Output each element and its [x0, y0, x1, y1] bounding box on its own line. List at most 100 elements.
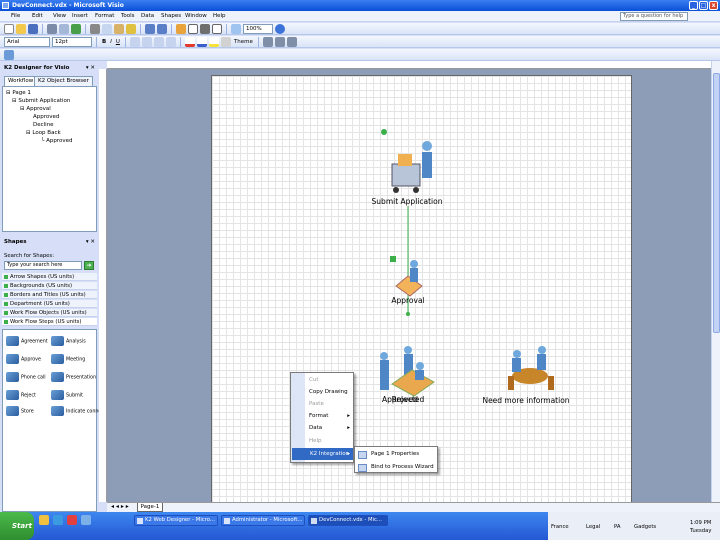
- shape-agreement[interactable]: Agreement: [6, 336, 48, 346]
- tab-workflow[interactable]: Workflow: [4, 76, 38, 86]
- shape-search-input[interactable]: Type your search here: [4, 261, 82, 270]
- explorer-icon[interactable]: [39, 515, 49, 525]
- format-painter-icon[interactable]: [126, 23, 136, 34]
- menu-format[interactable]: Format: [95, 13, 114, 19]
- close-button[interactable]: x: [709, 1, 718, 10]
- shape-label-approval[interactable]: Approval: [391, 296, 424, 305]
- zoom-select[interactable]: 100%: [243, 23, 273, 34]
- tree-node-approved-2[interactable]: └ Approved: [41, 138, 72, 144]
- font-color-icon[interactable]: [184, 36, 195, 47]
- tray-gadgets[interactable]: Gadgets: [634, 524, 656, 530]
- page-tab[interactable]: Page-1: [137, 503, 163, 512]
- menu-help[interactable]: Help: [213, 13, 226, 19]
- task-devconnect-visio[interactable]: DevConnect.vdx - Mic...: [308, 515, 388, 526]
- font-select[interactable]: Arial: [4, 36, 50, 47]
- menu-item-cut[interactable]: Cut: [291, 374, 353, 386]
- shape-store[interactable]: Store: [6, 406, 34, 416]
- tree-node-approved[interactable]: Approved: [33, 114, 59, 120]
- stencil-department[interactable]: Department (US units): [2, 300, 97, 308]
- menu-window[interactable]: Window: [185, 13, 207, 19]
- preview-icon[interactable]: [59, 23, 69, 34]
- spell-icon[interactable]: [71, 23, 81, 34]
- close-icon[interactable]: ▾ ✕: [86, 64, 95, 73]
- menu-item-page-properties[interactable]: Page 1 Properties: [355, 448, 437, 460]
- desktop-icon[interactable]: [80, 515, 91, 525]
- paste-icon[interactable]: [114, 23, 124, 34]
- menu-edit[interactable]: Edit: [32, 13, 43, 19]
- task-k2-web-designer[interactable]: K2 Web Designer - Micro...: [134, 515, 218, 526]
- drawing-page[interactable]: Submit Application Approval Approved Rej…: [211, 75, 632, 502]
- close-icon[interactable]: ▾ ✕: [86, 238, 95, 247]
- connector-icon[interactable]: [200, 23, 210, 34]
- menu-item-format[interactable]: Format ▸: [291, 410, 353, 422]
- shape-presentation[interactable]: Presentation: [51, 372, 96, 382]
- align-right-icon[interactable]: [153, 36, 164, 47]
- tree-node-approval[interactable]: ⊟ Approval: [20, 106, 51, 112]
- line-pattern-icon[interactable]: [274, 36, 285, 47]
- stencil-borders[interactable]: Borders and Titles (US units): [2, 291, 97, 299]
- need-more-information-icon[interactable]: [508, 346, 554, 390]
- ie-icon[interactable]: [52, 515, 63, 525]
- shadow-icon[interactable]: [220, 36, 231, 47]
- connection-point[interactable]: [406, 312, 410, 316]
- submit-application-icon[interactable]: [391, 141, 432, 193]
- theme-button[interactable]: Theme: [232, 39, 255, 45]
- line-color-icon[interactable]: [196, 36, 207, 47]
- help-search-input[interactable]: Type a question for help: [620, 12, 688, 21]
- tree-node-submit[interactable]: ⊟ Submit Application: [12, 98, 70, 104]
- line-ends-icon[interactable]: [286, 36, 297, 47]
- start-button[interactable]: Start: [0, 512, 34, 540]
- tree-node-loopback[interactable]: ⊟ Loop Back: [26, 130, 61, 136]
- menu-view[interactable]: View: [53, 13, 66, 19]
- fill-color-icon[interactable]: [208, 36, 219, 47]
- vertical-scrollbar[interactable]: [711, 61, 720, 502]
- stencil-arrow-shapes[interactable]: Arrow Shapes (US units): [2, 273, 97, 281]
- underline-button[interactable]: U: [114, 39, 122, 45]
- justify-icon[interactable]: [165, 36, 176, 47]
- tree-node-decline[interactable]: Decline: [33, 122, 54, 128]
- shape-analysis[interactable]: Analysis: [51, 336, 86, 346]
- shape-label-rejected[interactable]: Rejected: [392, 395, 425, 404]
- menu-item-copy-drawing[interactable]: Copy Drawing: [291, 386, 353, 398]
- menu-data[interactable]: Data: [141, 13, 154, 19]
- shape-approve[interactable]: Approve: [6, 354, 41, 364]
- stencil-workflow-steps[interactable]: Work Flow Steps (US units): [2, 318, 97, 326]
- bold-button[interactable]: B: [100, 39, 108, 45]
- pointer-icon[interactable]: [188, 23, 198, 34]
- task-administrator[interactable]: Administrator - Microsoft...: [221, 515, 305, 526]
- tray-pa[interactable]: PA: [614, 524, 620, 530]
- tray-france[interactable]: France: [551, 524, 569, 530]
- open-icon[interactable]: [16, 23, 26, 34]
- tray-legal[interactable]: Legal: [586, 524, 600, 530]
- undo-icon[interactable]: [145, 23, 155, 34]
- menu-file[interactable]: File: [11, 13, 20, 19]
- scroll-thumb[interactable]: [713, 73, 720, 333]
- menu-insert[interactable]: Insert: [72, 13, 88, 19]
- help-icon[interactable]: [275, 23, 285, 34]
- align-center-icon[interactable]: [141, 36, 152, 47]
- shape-label-submit[interactable]: Submit Application: [372, 197, 443, 206]
- minimize-button[interactable]: _: [689, 1, 698, 10]
- font-size-select[interactable]: 12pt: [52, 36, 92, 47]
- zoom-icon[interactable]: [231, 23, 241, 34]
- shape-label-need-info[interactable]: Need more information: [482, 396, 569, 405]
- shapes-icon[interactable]: [176, 23, 186, 34]
- copy-icon[interactable]: [102, 23, 112, 34]
- redo-icon[interactable]: [157, 23, 167, 34]
- cut-icon[interactable]: [90, 23, 100, 34]
- menu-item-data[interactable]: Data ▸: [291, 422, 353, 434]
- line-weight-icon[interactable]: [262, 36, 273, 47]
- menu-tools[interactable]: Tools: [121, 13, 135, 19]
- page-nav-icons[interactable]: ◂ ◂ ▸ ▸: [111, 503, 129, 510]
- shape-phone-call[interactable]: Phone call: [6, 372, 46, 382]
- menu-item-help[interactable]: Help: [291, 435, 353, 447]
- tree-node-page[interactable]: ⊟ Page 1: [6, 90, 31, 96]
- menu-item-k2-integration[interactable]: K2 Integration ▸: [292, 448, 353, 460]
- approval-icon[interactable]: [390, 256, 423, 297]
- shape-reject[interactable]: Reject: [6, 390, 36, 400]
- stencil-backgrounds[interactable]: Backgrounds (US units): [2, 282, 97, 290]
- connection-handle[interactable]: [381, 129, 387, 135]
- align-left-icon[interactable]: [129, 36, 140, 47]
- clock-time[interactable]: 1:09 PM: [690, 520, 711, 526]
- save-icon[interactable]: [28, 23, 38, 34]
